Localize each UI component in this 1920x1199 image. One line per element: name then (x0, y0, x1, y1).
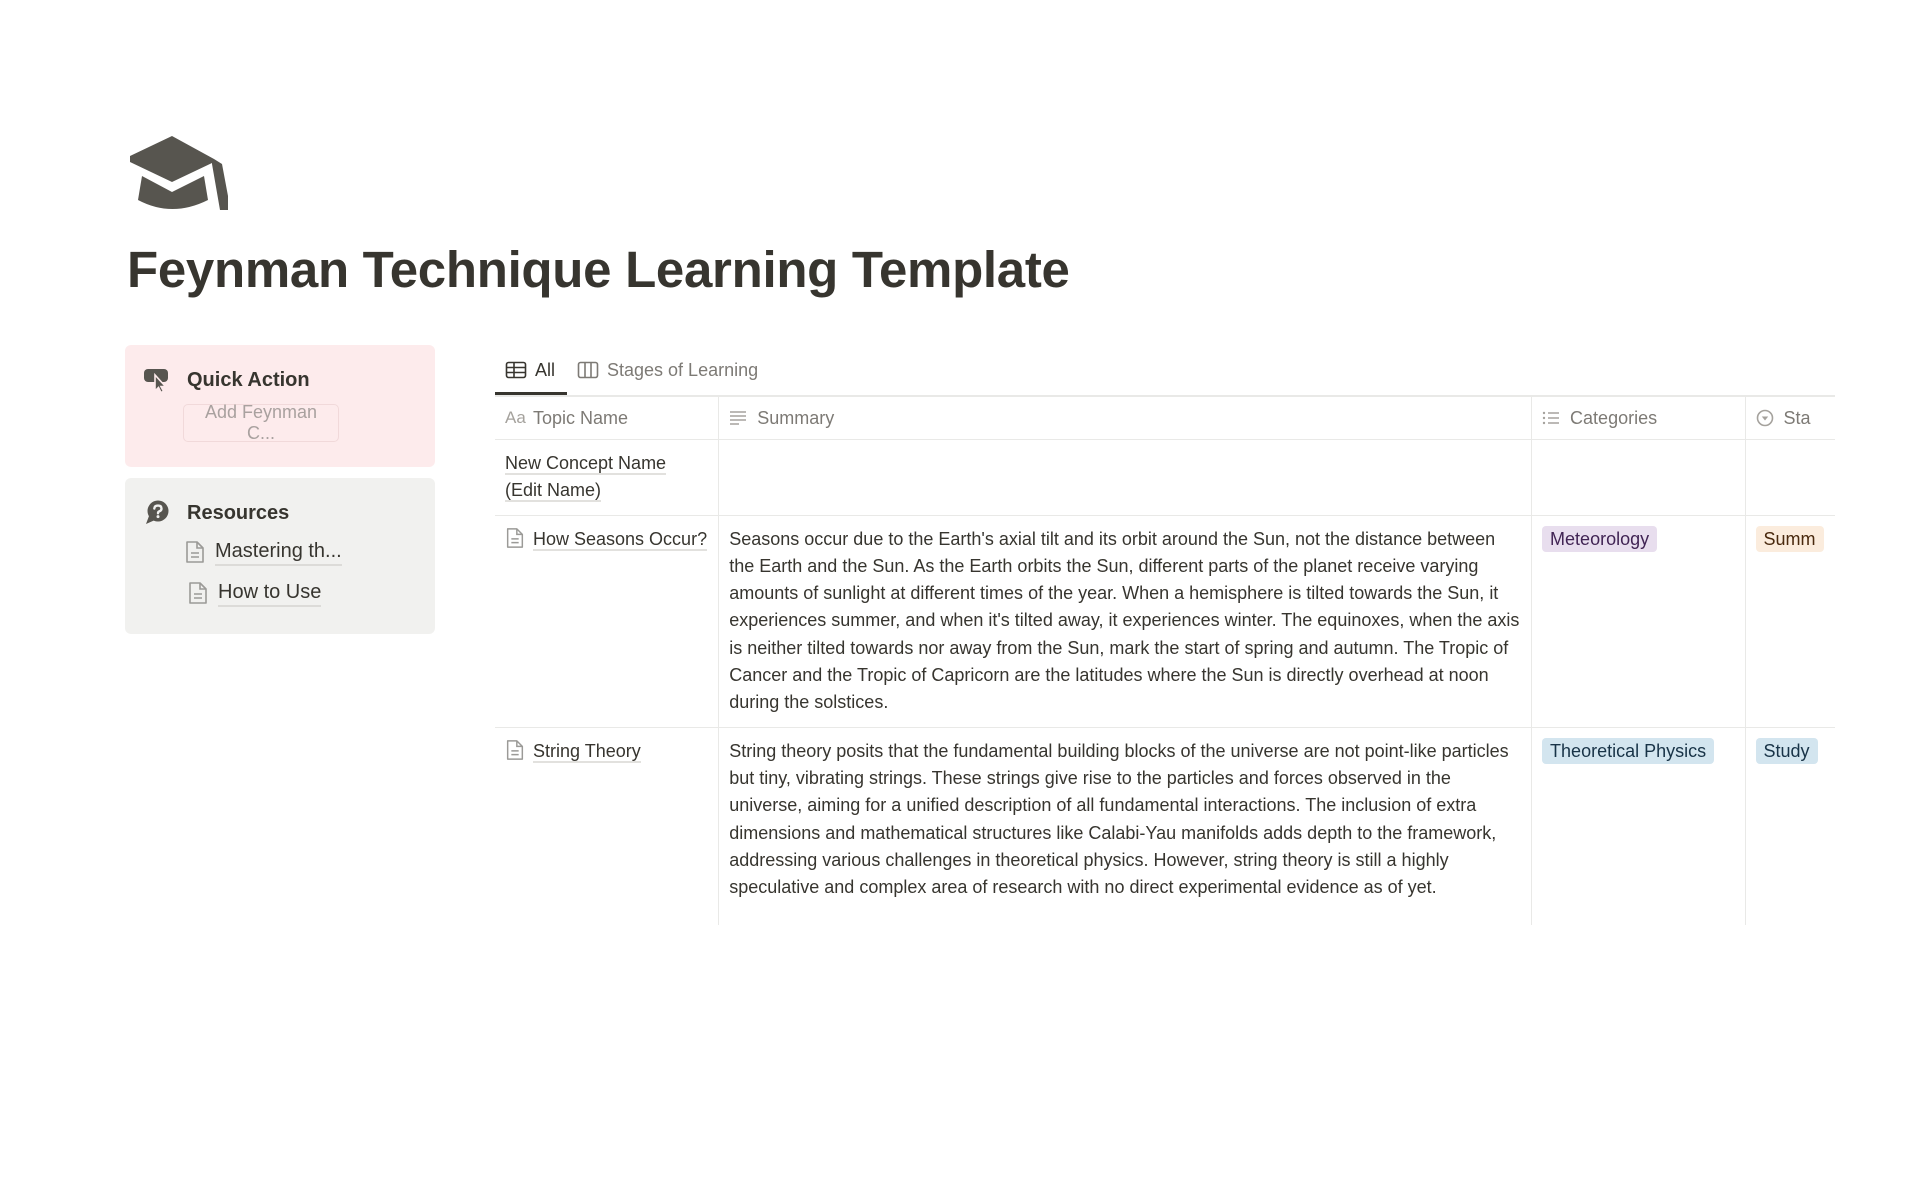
page-icon (186, 541, 204, 563)
summary-cell[interactable]: String theory posits that the fundamenta… (718, 726, 1533, 925)
view-tabs: All Stages of Learning (495, 345, 1835, 396)
summary-cell[interactable]: Seasons occur due to the Earth's axial t… (718, 514, 1533, 728)
stage-cell[interactable]: Summ (1744, 514, 1835, 728)
page-title: Feynman Technique Learning Template (127, 241, 1070, 298)
resource-link-label: How to Use (218, 579, 322, 607)
table-row[interactable]: String Theory String theory posits that … (495, 726, 1835, 925)
text-lines-icon (729, 409, 749, 427)
column-label: Summary (757, 407, 835, 428)
stage-tag[interactable]: Summ (1755, 525, 1824, 552)
page-icon (506, 527, 524, 548)
topic-name-cell[interactable]: New Concept Name (Edit Name) (495, 439, 720, 516)
table-row[interactable]: How Seasons Occur? Seasons occur due to … (495, 514, 1835, 728)
cursor-click-icon (143, 367, 171, 393)
table-header-row: Aa Topic Name Summary Categories Sta (495, 396, 1835, 440)
stage-tag[interactable]: Study (1755, 737, 1818, 764)
category-tag[interactable]: Theoretical Physics (1542, 737, 1715, 764)
table-icon (505, 361, 527, 379)
page-icon (506, 739, 524, 760)
topic-name-link[interactable]: (Edit Name) (505, 480, 602, 503)
table-row[interactable]: New Concept Name (Edit Name) (495, 439, 1835, 516)
resources-callout: Resources Mastering th... How to Use (125, 478, 435, 634)
status-icon (1756, 409, 1776, 427)
topic-name-cell[interactable]: How Seasons Occur? (495, 514, 720, 728)
database-view: All Stages of Learning Aa Topic Name Sum… (495, 345, 1835, 925)
quick-action-title: Quick Action (187, 368, 310, 391)
column-label: Sta (1783, 407, 1811, 428)
topic-name-link[interactable]: New Concept Name (505, 453, 667, 475)
column-label: Topic Name (533, 407, 629, 428)
categories-cell[interactable] (1531, 439, 1746, 516)
stage-cell[interactable] (1744, 439, 1835, 516)
question-bubble-icon (143, 500, 171, 526)
page-icon (189, 582, 207, 604)
tab-stages-of-learning[interactable]: Stages of Learning (577, 355, 758, 385)
database-table: Aa Topic Name Summary Categories Sta New… (495, 396, 1835, 925)
tab-label: Stages of Learning (607, 359, 759, 380)
summary-text: Seasons occur due to the Earth's axial t… (729, 528, 1520, 713)
column-header-summary[interactable]: Summary (718, 396, 1533, 440)
resource-link-mastering[interactable]: Mastering th... (185, 538, 342, 566)
column-header-topic-name[interactable]: Aa Topic Name (495, 396, 720, 440)
topic-name-link[interactable]: String Theory (533, 740, 641, 763)
multi-select-icon (1542, 409, 1562, 427)
topic-name-link[interactable]: How Seasons Occur? (533, 528, 708, 551)
stage-cell[interactable]: Study (1744, 726, 1835, 925)
topic-name-cell[interactable]: String Theory (495, 726, 720, 925)
add-feynman-concept-button[interactable]: Add Feynman C... (183, 402, 339, 443)
summary-text (719, 440, 1531, 460)
column-label: Categories (1570, 407, 1658, 428)
categories-cell[interactable]: Theoretical Physics (1531, 726, 1746, 925)
graduation-cap-icon[interactable] (128, 134, 230, 216)
tab-all[interactable]: All (505, 355, 555, 385)
summary-cell[interactable] (718, 439, 1533, 516)
text-property-icon: Aa (505, 408, 526, 427)
resources-title: Resources (187, 501, 290, 524)
column-header-categories[interactable]: Categories (1531, 396, 1746, 440)
category-tag[interactable]: Meteorology (1542, 525, 1658, 552)
resource-link-how-to-use[interactable]: How to Use (188, 579, 322, 607)
resource-link-label: Mastering th... (215, 538, 342, 566)
summary-text: String theory posits that the fundamenta… (729, 740, 1509, 898)
tab-label: All (535, 359, 556, 380)
column-header-stage[interactable]: Sta (1744, 396, 1835, 440)
quick-action-callout: Quick Action Add Feynman C... (125, 345, 435, 467)
active-tab-indicator (495, 392, 567, 395)
categories-cell[interactable]: Meteorology (1531, 514, 1746, 728)
board-icon (577, 361, 599, 379)
